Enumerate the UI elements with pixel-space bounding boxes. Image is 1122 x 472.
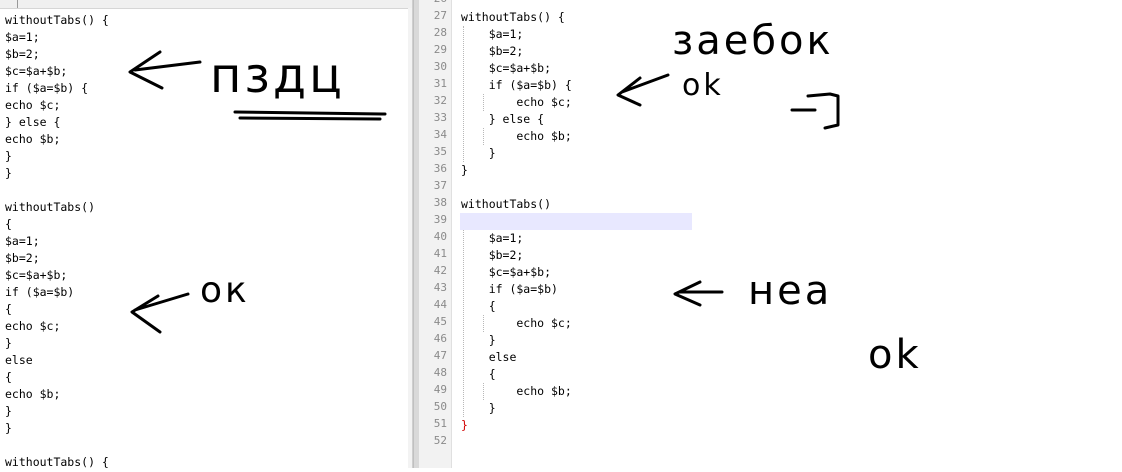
- left-code-line[interactable]: $a=1;: [5, 233, 109, 250]
- indent-guide: [463, 230, 464, 417]
- line-number: 43: [433, 281, 447, 294]
- left-code-line[interactable]: echo $b;: [5, 131, 109, 148]
- line-number: 27: [433, 9, 447, 22]
- left-code-line[interactable]: if ($a=$b): [5, 284, 109, 301]
- left-code-area[interactable]: withoutTabs() {$a=1; $b=2; $c=$a+$b; if ($a…: [5, 12, 109, 468]
- right-code-line[interactable]: withoutTabs() {: [461, 9, 565, 26]
- line-number: 47: [433, 349, 447, 362]
- left-code-line[interactable]: {: [5, 301, 109, 318]
- left-code-line[interactable]: {: [5, 216, 109, 233]
- left-code-line[interactable]: }: [5, 403, 109, 420]
- right-code-line[interactable]: }: [461, 400, 496, 417]
- right-code-line[interactable]: if ($a=$b) {: [461, 77, 572, 94]
- right-code-line[interactable]: {: [461, 366, 496, 383]
- line-number: 28: [433, 26, 447, 39]
- right-code-line[interactable]: }: [461, 332, 496, 349]
- left-code-line[interactable]: } else {: [5, 114, 109, 131]
- left-code-line[interactable]: $b=2;: [5, 250, 109, 267]
- right-code-line[interactable]: withoutTabs(): [461, 196, 551, 213]
- line-number-gutter: 26 27 28 29 30 31 32 33 34 35 36 37 38 39 40 41 42 43 44 45…: [419, 0, 452, 468]
- current-line-highlight: [460, 213, 692, 230]
- line-number: 48: [433, 366, 447, 379]
- left-code-line[interactable]: $c=$a+$b;: [5, 63, 109, 80]
- left-code-line[interactable]: echo $c;: [5, 318, 109, 335]
- right-code-line[interactable]: echo $b;: [461, 128, 571, 145]
- line-number: 26: [419, 0, 447, 5]
- left-code-line[interactable]: withoutTabs(): [5, 199, 109, 216]
- left-code-line[interactable]: }: [5, 165, 109, 182]
- left-code-line[interactable]: else: [5, 352, 109, 369]
- left-code-line[interactable]: withoutTabs() {: [5, 12, 109, 29]
- left-editor-pane[interactable]: withoutTabs() {$a=1; $b=2; $c=$a+$b; if ($a…: [0, 0, 413, 468]
- line-number: 38: [433, 196, 447, 209]
- line-number: 51: [433, 417, 447, 430]
- left-code-line[interactable]: [5, 437, 109, 454]
- left-scrollbar[interactable]: [408, 8, 412, 468]
- left-code-line[interactable]: [5, 182, 109, 199]
- indent-guide: [483, 94, 484, 111]
- right-code-line[interactable]: }: [461, 162, 468, 179]
- line-number: 32: [433, 94, 447, 107]
- line-number: 42: [433, 264, 447, 277]
- left-code-line[interactable]: }: [5, 420, 109, 437]
- line-number: 44: [433, 298, 447, 311]
- left-code-line[interactable]: $b=2;: [5, 46, 109, 63]
- right-code-line[interactable]: echo $c;: [461, 94, 571, 111]
- right-code-line[interactable]: }: [461, 417, 468, 434]
- line-number: 46: [433, 332, 447, 345]
- line-number: 50: [433, 400, 447, 413]
- line-number: 41: [433, 247, 447, 260]
- indent-guide: [483, 128, 484, 145]
- right-code-line[interactable]: } else {: [461, 111, 544, 128]
- indent-guide: [463, 26, 464, 162]
- line-number: 49: [433, 383, 447, 396]
- left-code-line[interactable]: }: [5, 148, 109, 165]
- indent-guide: [483, 383, 484, 400]
- line-number: 36: [433, 162, 447, 175]
- line-number: 52: [433, 434, 447, 447]
- left-code-line[interactable]: echo $b;: [5, 386, 109, 403]
- right-code-line[interactable]: $b=2;: [461, 43, 524, 60]
- left-editor-header: [0, 0, 412, 9]
- right-code-line[interactable]: echo $c;: [461, 315, 571, 332]
- line-number: 29: [433, 43, 447, 56]
- right-code-line[interactable]: $a=1;: [461, 26, 524, 43]
- left-code-line[interactable]: }: [5, 335, 109, 352]
- line-number: 34: [433, 128, 447, 141]
- line-number: 45: [433, 315, 447, 328]
- right-editor-pane[interactable]: 26 27 28 29 30 31 32 33 34 35 36 37 38 39 40 41 42 43 44 45…: [419, 0, 1122, 468]
- right-code-line[interactable]: $c=$a+$b;: [461, 60, 551, 77]
- line-number: 30: [433, 60, 447, 73]
- left-code-line[interactable]: $a=1;: [5, 29, 109, 46]
- right-code-line[interactable]: {: [461, 298, 496, 315]
- right-code-line[interactable]: }: [461, 145, 496, 162]
- right-code-line[interactable]: $b=2;: [461, 247, 524, 264]
- right-code-line[interactable]: if ($a=$b): [461, 281, 558, 298]
- left-code-line[interactable]: if ($a=$b) {: [5, 80, 109, 97]
- left-code-line[interactable]: withoutTabs() {: [5, 454, 109, 468]
- left-code-line[interactable]: $c=$a+$b;: [5, 267, 109, 284]
- line-number: 35: [433, 145, 447, 158]
- line-number: 31: [433, 77, 447, 90]
- line-number: 33: [433, 111, 447, 124]
- right-code-line[interactable]: echo $b;: [461, 383, 571, 400]
- line-number: 37: [433, 179, 447, 192]
- right-code-line[interactable]: $a=1;: [461, 230, 524, 247]
- right-code-line[interactable]: else: [461, 349, 517, 366]
- right-code-line[interactable]: $c=$a+$b;: [461, 264, 551, 281]
- left-code-line[interactable]: {: [5, 369, 109, 386]
- left-code-line[interactable]: echo $c;: [5, 97, 109, 114]
- line-number: 40: [433, 230, 447, 243]
- line-number: 39: [433, 213, 447, 226]
- indent-guide: [483, 315, 484, 332]
